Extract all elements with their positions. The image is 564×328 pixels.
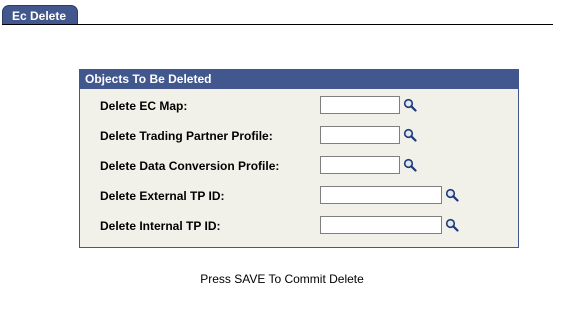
delete-data-conversion-profile-lookup-icon[interactable] — [403, 158, 417, 172]
delete-ec-map-label: Delete EC Map: — [100, 99, 188, 113]
commit-delete-instruction: Press SAVE To Commit Delete — [200, 272, 364, 286]
delete-ec-map-input[interactable] — [320, 96, 400, 114]
group-title: Objects To Be Deleted — [80, 70, 518, 89]
delete-trading-partner-profile-lookup-icon[interactable] — [403, 128, 417, 142]
delete-trading-partner-profile-label: Delete Trading Partner Profile: — [100, 129, 273, 143]
delete-external-tp-id-input[interactable] — [320, 186, 442, 204]
delete-ec-map-lookup-icon[interactable] — [403, 98, 417, 112]
delete-internal-tp-id-label: Delete Internal TP ID: — [100, 219, 221, 233]
delete-external-tp-id-lookup-icon[interactable] — [445, 188, 459, 202]
objects-to-delete-group: Objects To Be Deleted Delete EC Map: Del… — [79, 69, 519, 248]
delete-data-conversion-profile-input[interactable] — [320, 156, 400, 174]
delete-internal-tp-id-lookup-icon[interactable] — [445, 218, 459, 232]
delete-external-tp-id-label: Delete External TP ID: — [100, 189, 225, 203]
delete-data-conversion-profile-label: Delete Data Conversion Profile: — [100, 159, 280, 173]
tab-ec-delete[interactable]: Ec Delete — [2, 5, 78, 25]
delete-internal-tp-id-input[interactable] — [320, 216, 442, 234]
delete-trading-partner-profile-input[interactable] — [320, 126, 400, 144]
tab-underline — [2, 24, 553, 25]
